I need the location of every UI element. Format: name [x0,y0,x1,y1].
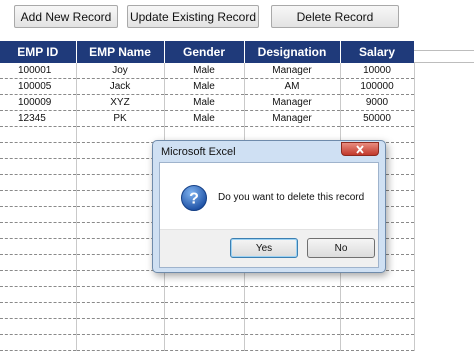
cell-emp-name[interactable] [76,334,165,351]
cell-emp-id[interactable] [0,334,77,351]
cell-designation[interactable]: Manager [244,94,341,111]
cell-gender[interactable]: Male [164,63,245,79]
cell-emp-name[interactable] [76,302,165,319]
col-header-designation[interactable]: Designation [244,41,341,63]
cell-gender[interactable]: Male [164,94,245,111]
no-button[interactable]: No [307,238,375,258]
cell-emp-name[interactable] [76,286,165,303]
cell-emp-id[interactable] [0,270,77,287]
cell-salary[interactable]: 9000 [340,94,415,111]
cell-emp-name[interactable] [76,318,165,335]
update-existing-record-button[interactable]: Update Existing Record [127,5,259,28]
cell-emp-name[interactable] [76,142,165,159]
cell-designation[interactable] [244,318,341,335]
cell-gender[interactable] [164,302,245,319]
cell-salary[interactable]: 50000 [340,110,415,127]
cell-emp-name[interactable] [76,174,165,191]
cell-emp-name[interactable] [76,158,165,175]
cell-emp-id[interactable] [0,158,77,175]
cell-emp-id[interactable] [0,318,77,335]
cell-emp-name[interactable] [76,254,165,271]
cell-emp-id[interactable] [0,142,77,159]
cell-emp-name[interactable] [76,126,165,143]
dialog-body: ? Do you want to delete this record Yes … [159,162,379,268]
cell-emp-name[interactable] [76,206,165,223]
add-new-record-button[interactable]: Add New Record [14,5,118,28]
cell-gender[interactable]: Male [164,110,245,127]
col-header-emp-name[interactable]: EMP Name [76,41,165,63]
cell-emp-id[interactable] [0,302,77,319]
cell-salary[interactable] [340,302,415,319]
table-row[interactable] [0,302,415,319]
cell-emp-name[interactable]: Jack [76,78,165,95]
table-row[interactable] [0,318,415,335]
col-header-gender[interactable]: Gender [164,41,245,63]
cell-designation[interactable] [244,334,341,351]
cell-gender[interactable] [164,318,245,335]
svg-text:?: ? [189,191,199,208]
cell-emp-id[interactable] [0,238,77,255]
dialog-footer: Yes No [160,229,378,267]
cell-gender[interactable]: Male [164,78,245,95]
cell-emp-name[interactable]: PK [76,110,165,127]
cell-designation[interactable] [244,302,341,319]
yes-button[interactable]: Yes [230,238,298,258]
cell-emp-name[interactable]: Joy [76,63,165,79]
cell-emp-id[interactable] [0,174,77,191]
cell-salary[interactable] [340,286,415,303]
cell-emp-id[interactable] [0,126,77,143]
cell-designation[interactable]: Manager [244,110,341,127]
cell-emp-id[interactable]: 100001 [0,63,77,79]
cell-emp-name[interactable] [76,190,165,207]
cell-emp-id[interactable]: 12345 [0,110,77,127]
cell-emp-name[interactable] [76,238,165,255]
col-header-emp-id[interactable]: EMP ID [0,41,77,63]
col-header-salary[interactable]: Salary [340,41,415,63]
cell-emp-name[interactable]: XYZ [76,94,165,111]
table-row[interactable] [0,334,415,351]
close-icon[interactable] [341,142,379,156]
cell-emp-name[interactable] [76,270,165,287]
cell-designation[interactable]: Manager [244,63,341,79]
header-row: EMP ID EMP Name Gender Designation Salar… [0,41,415,63]
cell-salary[interactable]: 100000 [340,78,415,95]
cell-gender[interactable] [164,334,245,351]
cell-gender[interactable] [164,286,245,303]
table-row[interactable] [0,286,415,303]
table-row[interactable]: 100009 XYZ Male Manager 9000 [0,94,415,111]
cell-emp-id[interactable] [0,286,77,303]
table-row[interactable]: 100005 Jack Male AM 100000 [0,78,415,95]
cell-emp-id[interactable] [0,206,77,223]
cell-emp-id[interactable] [0,190,77,207]
cell-emp-id[interactable] [0,222,77,239]
cell-salary[interactable] [340,334,415,351]
gridline [414,62,474,63]
delete-record-button[interactable]: Delete Record [271,5,399,28]
cell-emp-id[interactable]: 100005 [0,78,77,95]
gridline [414,50,474,51]
table-row[interactable]: 12345 PK Male Manager 50000 [0,110,415,127]
cell-emp-name[interactable] [76,222,165,239]
cell-designation[interactable] [244,286,341,303]
table-row[interactable]: 100001 Joy Male Manager 10000 [0,63,415,79]
question-icon: ? [181,185,207,211]
dialog-title: Microsoft Excel [161,146,236,158]
dialog-message: Do you want to delete this record [218,192,365,203]
delete-confirm-dialog: Microsoft Excel ? Do you want to delete … [152,140,386,273]
cell-salary[interactable] [340,318,415,335]
cell-emp-id[interactable]: 100009 [0,94,77,111]
cell-salary[interactable]: 10000 [340,63,415,79]
cell-emp-id[interactable] [0,254,77,271]
cell-designation[interactable]: AM [244,78,341,95]
